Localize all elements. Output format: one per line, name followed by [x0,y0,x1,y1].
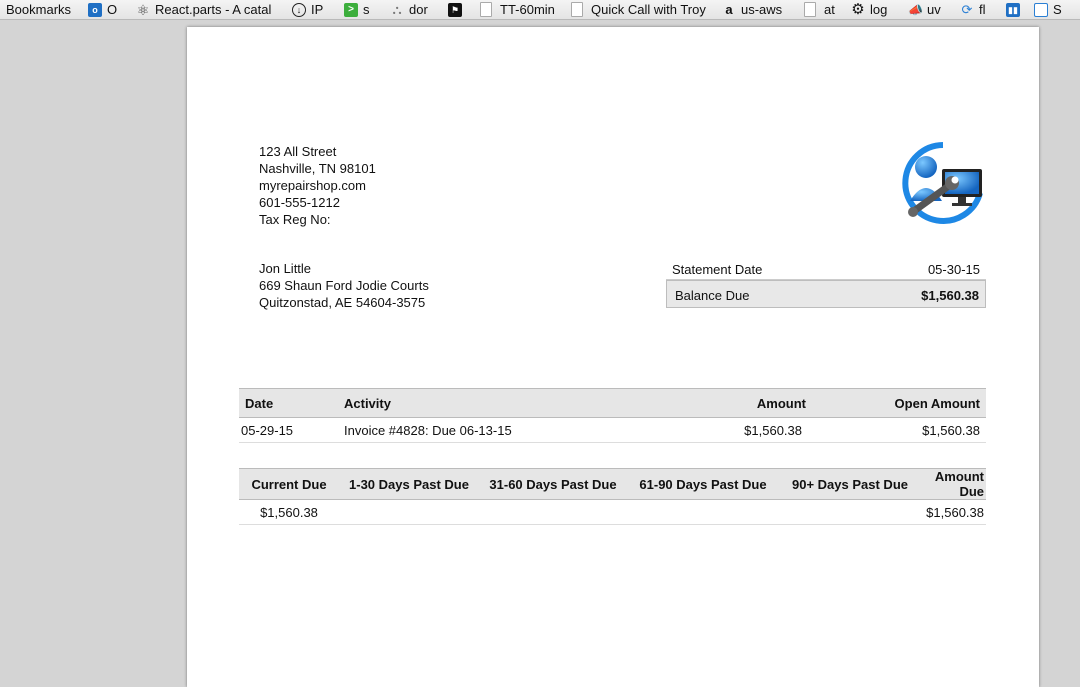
chart-icon: ⛬ [392,1,402,17]
bookmark-tt-60min[interactable]: TT-60min [480,0,555,19]
table-row: $1,560.38 $1,560.38 [239,499,986,525]
customer-city: Quitzonstad, AE 54604-3575 [259,295,426,310]
statement-date-row: Statement Date 05-30-15 [666,257,986,280]
balance-due-row: Balance Due $1,560.38 [666,280,986,308]
header-amount: Amount [670,388,812,418]
company-street: 123 All Street [259,144,337,159]
header-date: Date [239,388,338,418]
header-activity: Activity [338,388,670,418]
repair-shop-logo [902,142,983,224]
header-current-due: Current Due [239,468,339,500]
bookmark-trello[interactable]: ▮▮ [1006,0,1025,19]
aging-header-row: Current Due 1-30 Days Past Due 31-60 Day… [239,468,986,500]
bookmark-flag[interactable]: ⚑ [448,0,467,19]
document-icon [571,2,583,17]
company-address: 123 All Street Nashville, TN 98101 myrep… [259,143,376,228]
bookmark-outlook[interactable]: o O [88,0,117,19]
company-tax-reg: Tax Reg No: [259,212,331,227]
header-1-30: 1-30 Days Past Due [339,468,479,500]
trello-icon: ▮▮ [1006,2,1020,17]
table-row: 05-29-15 Invoice #4828: Due 06-13-15 $1,… [239,417,986,443]
aging-90-plus [779,499,921,525]
row-date: 05-29-15 [239,417,338,443]
bookmark-s[interactable]: > s [344,0,370,19]
bookmark-us-aws[interactable]: a us-aws [722,0,782,19]
bookmark-fl[interactable]: ⟳ fl [960,0,986,19]
megaphone-icon: 📣 [908,2,923,17]
aging-current: $1,560.38 [239,499,339,525]
gear-icon: ⚙ [851,0,865,18]
header-90-plus: 90+ Days Past Due [779,468,921,500]
bookmark-uv[interactable]: 📣 uv [908,0,941,19]
row-amount: $1,560.38 [670,417,812,443]
header-open-amount: Open Amount [812,388,986,418]
document-icon [480,2,492,17]
aging-31-60 [479,499,627,525]
company-phone: 601-555-1212 [259,195,340,210]
amazon-icon: a [725,1,733,17]
row-activity: Invoice #4828: Due 06-13-15 [338,417,670,443]
aging-table: Current Due 1-30 Days Past Due 31-60 Day… [239,468,986,525]
customer-address: Jon Little 669 Shaun Ford Jodie Courts Q… [259,260,429,311]
outlook-icon: o [88,2,102,17]
bookmark-quick-call[interactable]: Quick Call with Troy [571,0,706,19]
header-61-90: 61-90 Days Past Due [627,468,779,500]
balance-due-label: Balance Due [675,288,750,303]
statement-page: 123 All Street Nashville, TN 98101 myrep… [187,27,1039,687]
header-amount-due: Amount Due [921,468,986,500]
bookmark-ip[interactable]: ↓ IP [292,0,323,19]
aging-amount-due: $1,560.38 [921,499,986,525]
terminal-icon: > [344,2,358,17]
statement-date-label: Statement Date [672,262,763,277]
aging-1-30 [339,499,479,525]
statement-date-value: 05-30-15 [927,262,980,277]
flag-icon: ⚑ [448,2,462,17]
statement-summary: Statement Date 05-30-15 Balance Due $1,5… [666,257,986,308]
activity-header-row: Date Activity Amount Open Amount [239,388,986,418]
aging-61-90 [627,499,779,525]
bookmarks-label[interactable]: Bookmarks [6,0,71,19]
bookmark-s2[interactable]: S [1034,0,1062,19]
react-icon: ⚛ [136,1,150,18]
bookmarks-bar: Bookmarks o O ⚛ React.parts - A catal ↓ … [0,0,1080,20]
balance-due-value: $1,560.38 [921,288,979,303]
panel-icon [1034,2,1048,17]
sync-icon: ⟳ [961,1,973,17]
header-31-60: 31-60 Days Past Due [479,468,627,500]
customer-name: Jon Little [259,261,312,276]
document-icon [804,2,816,17]
company-website: myrepairshop.com [259,178,366,193]
activity-table: Date Activity Amount Open Amount 05-29-1… [239,388,986,443]
row-open-amount: $1,560.38 [812,417,986,443]
download-circle-icon: ↓ [292,2,306,17]
bookmark-at[interactable]: at [804,0,835,19]
company-city: Nashville, TN 98101 [259,161,376,176]
customer-street: 669 Shaun Ford Jodie Courts [259,278,429,293]
bookmark-react-parts[interactable]: ⚛ React.parts - A catal [136,0,271,19]
bookmark-dor[interactable]: ⛬ dor [390,0,427,19]
bookmark-log[interactable]: ⚙ log [851,0,887,19]
